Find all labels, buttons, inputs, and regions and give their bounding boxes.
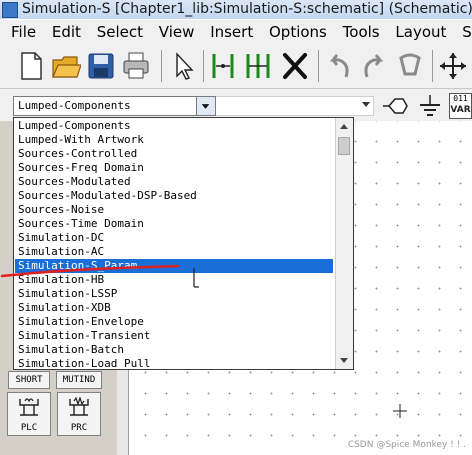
list-item[interactable]: Simulation-LSSP (15, 287, 333, 301)
plc-label: PLC (20, 423, 38, 433)
toolbar-separator (432, 50, 433, 82)
scroll-down-icon[interactable] (340, 358, 348, 363)
insert-pin-icon[interactable] (208, 50, 238, 82)
var-eqn-digits: 011 (453, 94, 468, 103)
list-item[interactable]: Sources-Freq Domain (15, 161, 333, 175)
list-item[interactable]: Sources-Controlled (15, 147, 333, 161)
menu-file[interactable]: File (0, 20, 36, 44)
menu-edit[interactable]: Edit (41, 20, 81, 44)
palette-short-button[interactable]: SHORT (8, 371, 50, 389)
window-title-bar: Simulation-S [Chapter1_lib:Simulation-S:… (0, 0, 472, 19)
plc-component-icon (19, 398, 39, 416)
chevron-down-icon (201, 104, 210, 109)
list-scrollbar[interactable] (335, 118, 353, 369)
list-item[interactable]: Sources-Modulated (15, 175, 333, 189)
var-eqn-label: VAR (450, 105, 471, 115)
list-item[interactable]: Sources-Noise (15, 203, 333, 217)
palette-category-value: Lumped-Components (18, 99, 131, 112)
menu-view[interactable]: View (148, 20, 195, 44)
menu-bar: File Edit Select View Insert Options Too… (0, 20, 472, 44)
port-icon[interactable] (381, 93, 411, 119)
list-item[interactable]: Sources-Time Domain (15, 217, 333, 231)
redo-icon[interactable] (359, 50, 389, 82)
list-item[interactable]: Simulation-Load Pull (15, 357, 333, 369)
toolbar-separator (203, 50, 204, 82)
command-line-icon[interactable] (395, 50, 425, 82)
list-item[interactable]: Sources-Modulated-DSP-Based (15, 189, 333, 203)
watermark: CSDN @Spice Monkey ! ! . (347, 440, 466, 450)
delete-icon[interactable] (280, 50, 310, 82)
menu-tools[interactable]: Tools (332, 20, 380, 44)
print-icon[interactable] (121, 50, 151, 82)
move-icon[interactable] (438, 50, 468, 82)
toolbar-separator (318, 50, 319, 82)
list-item[interactable]: Simulation-Batch (15, 343, 333, 357)
list-item[interactable]: Simulation-DC (15, 231, 333, 245)
palette-category-list: Lumped-Components Lumped-With Artwork So… (13, 117, 354, 370)
scroll-thumb[interactable] (338, 137, 350, 155)
palette-prc-button[interactable]: PRC (57, 392, 101, 436)
chevron-down-icon (362, 102, 370, 107)
list-item[interactable]: Simulation-HB (15, 273, 333, 287)
main-toolbar (0, 44, 472, 89)
list-item-selected[interactable]: Simulation-S_Param (15, 259, 333, 273)
palette-mutind-button[interactable]: MUTIND (56, 371, 102, 389)
palette-plc-button[interactable]: PLC (7, 392, 51, 436)
component-history-combo[interactable] (216, 96, 374, 116)
var-eqn-icon[interactable]: 011 VAR (449, 93, 472, 119)
list-item[interactable]: Simulation-AC (15, 245, 333, 259)
dropdown-button[interactable] (196, 97, 215, 115)
list-item[interactable]: Simulation-XDB (15, 301, 333, 315)
open-folder-icon[interactable] (51, 50, 82, 82)
palette-category-combo[interactable]: Lumped-Components (13, 96, 216, 116)
prc-component-icon (69, 396, 89, 416)
app-icon (2, 2, 18, 18)
list-item[interactable]: Simulation-Envelope (15, 315, 333, 329)
save-icon[interactable] (86, 50, 116, 82)
prc-label: PRC (70, 423, 88, 433)
list-item[interactable]: Lumped-Components (15, 119, 333, 133)
menu-simulate[interactable]: Sim (451, 20, 472, 44)
toolbar-separator (161, 50, 162, 82)
scroll-up-icon[interactable] (340, 124, 348, 129)
new-document-icon[interactable] (16, 50, 46, 82)
menu-insert[interactable]: Insert (199, 20, 253, 44)
undo-icon[interactable] (324, 50, 354, 82)
menu-layout[interactable]: Layout (384, 20, 446, 44)
window-title: Simulation-S [Chapter1_lib:Simulation-S:… (22, 1, 472, 17)
pointer-icon[interactable] (167, 50, 197, 82)
list-item[interactable]: Simulation-Transient (15, 329, 333, 343)
menu-options[interactable]: Options (258, 20, 327, 44)
insert-wire-icon[interactable] (243, 50, 273, 82)
list-item[interactable]: Lumped-With Artwork (15, 133, 333, 147)
menu-select[interactable]: Select (86, 20, 143, 44)
ground-icon[interactable] (417, 93, 443, 119)
crosshair-icon (393, 404, 407, 418)
